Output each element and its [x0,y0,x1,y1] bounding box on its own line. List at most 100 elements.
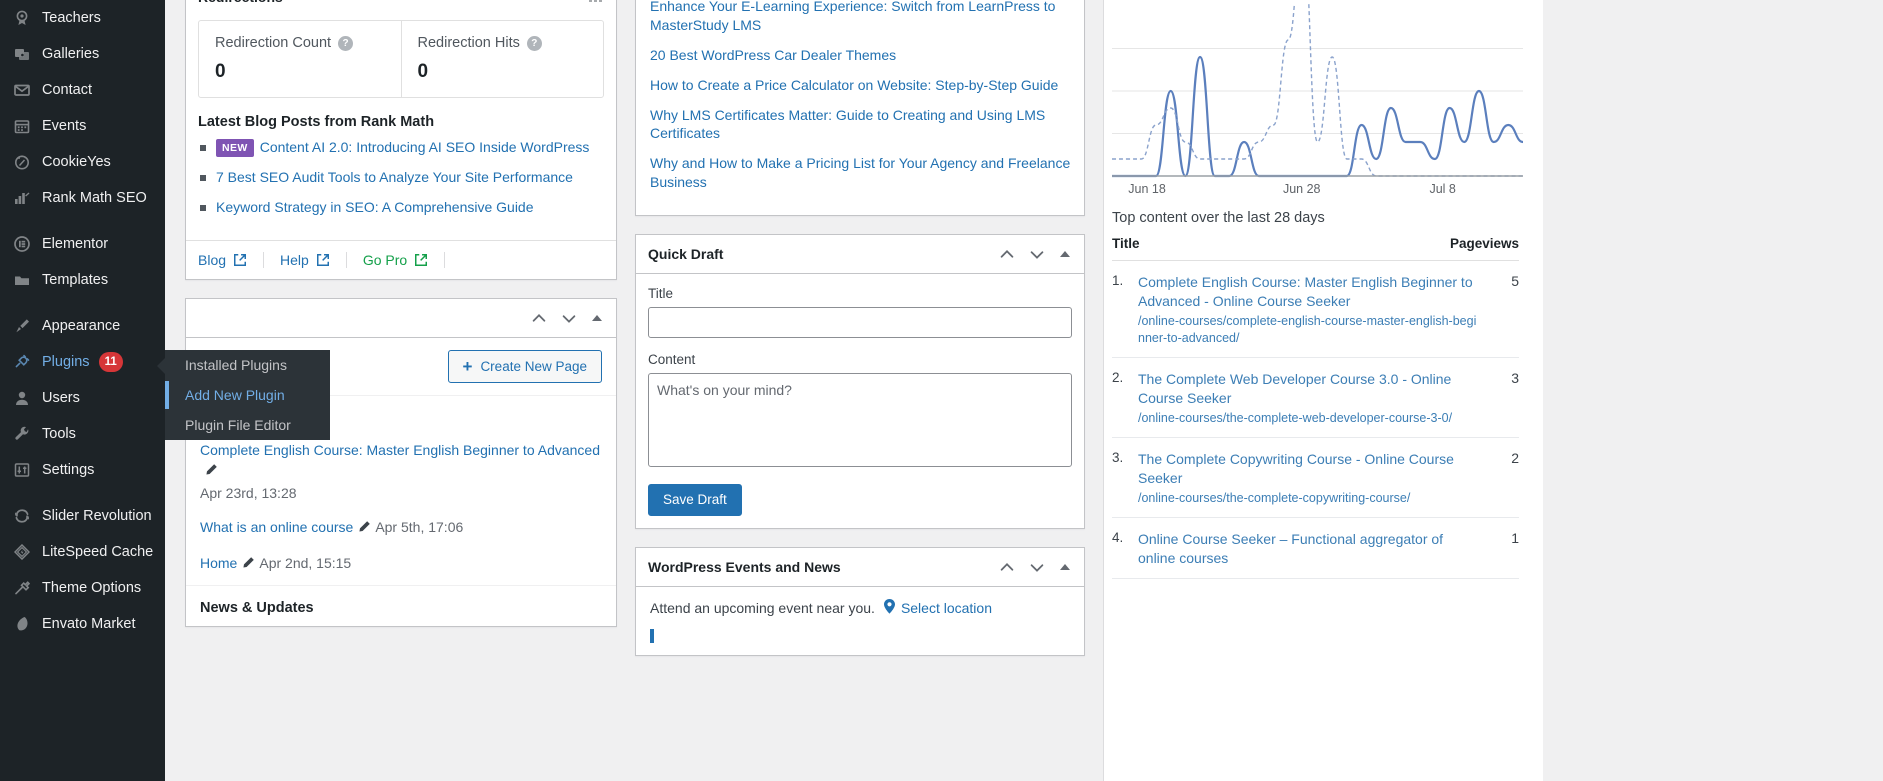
sidebar-item-label: Plugins [42,354,90,370]
edit-pencil-icon[interactable] [241,555,255,575]
move-down-icon[interactable] [560,309,578,327]
wrench-icon [10,426,34,442]
sidebar-item-galleries[interactable]: Galleries [0,36,165,72]
move-down-icon[interactable] [1028,245,1046,263]
sidebar-item-label: Tools [42,426,76,442]
sidebar-item-events[interactable]: Events [0,108,165,144]
move-down-icon[interactable] [1028,558,1046,576]
list-item: Keyword Strategy in SEO: A Comprehensive… [200,198,604,217]
stat-value: 0 [215,61,226,82]
calendar-icon [10,118,34,134]
x-tick-label: Jul 8 [1429,182,1456,196]
list-item: NEW Content AI 2.0: Introducing AI SEO In… [200,138,604,158]
quick-draft-title-input[interactable] [648,307,1072,339]
sidebar-item-templates[interactable]: Templates [0,262,165,298]
bar-chart-icon [588,0,604,6]
sidebar-item-appearance[interactable]: Appearance [0,308,165,344]
lms-post-link[interactable]: How to Create a Price Calculator on Webs… [650,77,1058,93]
content-title-link[interactable]: Complete English Course: Master English … [1138,273,1477,311]
toggle-panel-icon[interactable] [590,311,604,325]
save-draft-button[interactable]: Save Draft [648,484,742,516]
sidebar-item-contact[interactable]: Contact [0,72,165,108]
sidebar-item-users[interactable]: Users [0,380,165,416]
row-content: The Complete Web Developer Course 3.0 - … [1138,370,1489,427]
blog-post-link[interactable]: Content AI 2.0: Introducing AI SEO Insid… [260,139,590,155]
blog-post-link[interactable]: Keyword Strategy in SEO: A Comprehensive… [216,199,534,215]
select-location-link[interactable]: Select location [883,598,992,617]
news-updates-heading: News & Updates [186,585,616,626]
lms-post-link[interactable]: Why LMS Certificates Matter: Guide to Cr… [650,107,1045,142]
help-icon[interactable]: ? [338,35,354,51]
sidebar-item-tools[interactable]: Tools [0,416,165,452]
menu-separator [0,298,165,308]
sidebar-item-envato-market[interactable]: Envato Market [0,606,165,642]
redirection-stats: Redirection Count? 0 Redirection Hits? 0 [198,20,604,98]
wordpress-events-widget: WordPress Events and News Attend an upco… [635,546,1085,656]
col-header-title: Title [1112,236,1140,251]
row-pageviews: 2 [1511,450,1519,467]
create-new-page-button[interactable]: + Create New Page [447,349,602,383]
plus-icon: + [462,356,473,376]
row-pageviews: 5 [1511,273,1519,289]
sidebar-item-rank-math-seo[interactable]: Rank Math SEO [0,180,165,216]
edit-pencil-icon[interactable] [204,462,218,482]
sidebar-item-label: Templates [42,272,109,288]
table-row: 3. The Complete Copywriting Course - Onli… [1112,438,1519,519]
submenu-item-installed-plugins[interactable]: Installed Plugins [165,350,330,380]
sidebar-item-slider-revolution[interactable]: Slider Revolution [0,498,165,534]
move-up-icon[interactable] [530,309,548,327]
top-content-table: 1. Complete English Course: Master Englis… [1112,261,1519,580]
external-link-icon [233,253,247,267]
edit-pencil-icon[interactable] [357,519,371,539]
footer-link-wrap: Blog [198,251,265,268]
content-title-link[interactable]: Online Course Seeker – Functional aggreg… [1138,530,1477,568]
quick-draft-header: Quick Draft [636,235,1084,275]
quick-draft-content-textarea[interactable] [648,373,1072,468]
sidebar-item-litespeed-cache[interactable]: LiteSpeed Cache [0,534,165,570]
lms-post-link[interactable]: Enhance Your E-Learning Experience: Swit… [650,0,1055,33]
lms-post-link[interactable]: Why and How to Make a Pricing List for Y… [650,155,1070,190]
site-kit-chart: Jun 18 Jun 28 Jul 8 [1112,0,1524,196]
sidebar-item-label: CookieYes [42,154,111,170]
footer-link-blog[interactable]: Blog [198,252,226,268]
sidebar-item-label: Users [42,390,80,406]
quick-draft-widget: Quick Draft Title Content Save Draft [635,234,1085,529]
location-pin-icon [883,598,896,617]
events-item-placeholder [650,628,1070,643]
redirections-header: Redirections [186,0,616,10]
footer-link-go-pro[interactable]: Go Pro [363,252,407,268]
edited-post-link[interactable]: Complete English Course: Master English … [200,442,600,458]
rank-math-footer-links: Blog Help Go Pro [186,239,616,279]
sidebar-item-settings[interactable]: Settings [0,452,165,488]
sidebar-item-plugins[interactable]: Plugins 11 [0,344,165,380]
move-up-icon[interactable] [998,558,1016,576]
edited-post-link[interactable]: What is an online course [200,519,353,535]
sidebar-item-cookieyes[interactable]: CookieYes [0,144,165,180]
refresh-icon [10,508,34,524]
footer-link-help[interactable]: Help [280,252,309,268]
toggle-panel-icon[interactable] [1058,560,1072,574]
edited-post-date: Apr 2nd, 15:15 [259,555,352,572]
sidebar-item-elementor[interactable]: Elementor [0,226,165,262]
row-content: The Complete Copywriting Course - Online… [1138,450,1489,507]
sidebar-item-theme-options[interactable]: Theme Options [0,570,165,606]
content-title-link[interactable]: The Complete Copywriting Course - Online… [1138,450,1477,488]
folder-icon [10,272,34,288]
top-content-table-header: Title Pageviews [1112,236,1519,261]
lms-post-link[interactable]: 20 Best WordPress Car Dealer Themes [650,47,896,63]
help-icon[interactable]: ? [526,35,542,51]
blog-post-link[interactable]: 7 Best SEO Audit Tools to Analyze Your S… [216,169,573,185]
content-title-link[interactable]: The Complete Web Developer Course 3.0 - … [1138,370,1477,408]
submenu-item-plugin-file-editor[interactable]: Plugin File Editor [165,410,330,440]
list-item: Enhance Your E-Learning Experience: Swit… [650,0,1072,35]
move-up-icon[interactable] [998,245,1016,263]
sliders-icon [10,462,34,478]
site-kit-panel: Jun 18 Jun 28 Jul 8 Top content over the l… [1103,0,1543,781]
list-item: Why LMS Certificates Matter: Guide to Cr… [650,106,1072,144]
toggle-panel-icon[interactable] [1058,247,1072,261]
edited-post-link[interactable]: Home [200,555,237,571]
submenu-item-add-new-plugin[interactable]: Add New Plugin [165,380,330,410]
sidebar-item-teachers[interactable]: Teachers [0,0,165,36]
footer-link-wrap: Go Pro [347,251,446,268]
flyout-arrow-icon [157,358,165,374]
